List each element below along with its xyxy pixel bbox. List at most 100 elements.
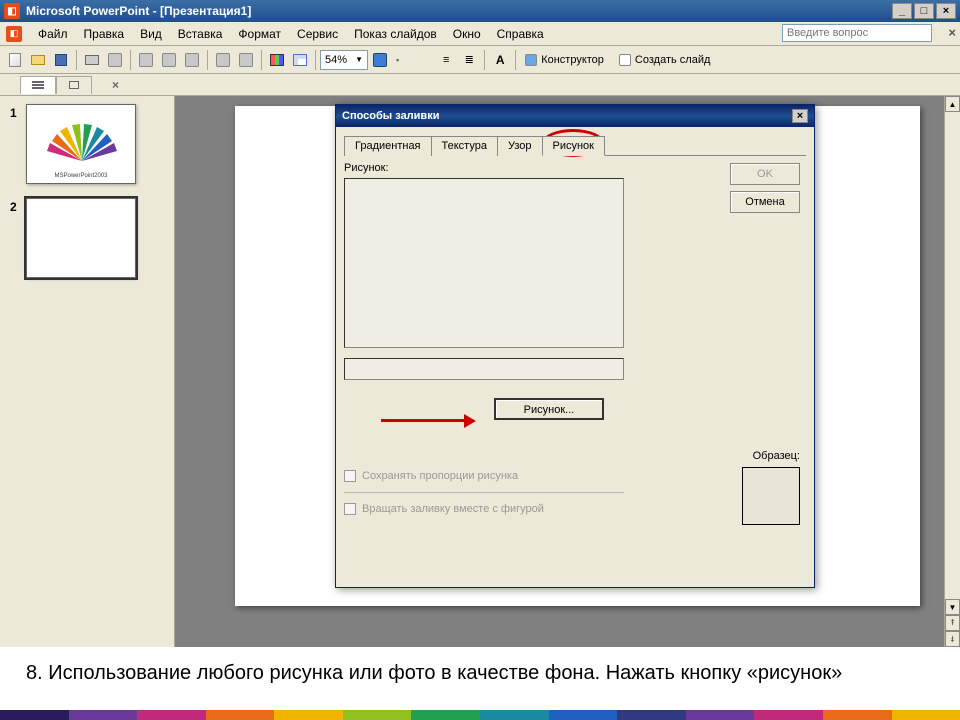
- menu-tools[interactable]: Сервис: [289, 24, 346, 44]
- print-button[interactable]: [81, 49, 103, 71]
- new-file-icon: [9, 53, 21, 67]
- cut-icon: [139, 53, 153, 67]
- tab-gradient[interactable]: Градиентная: [344, 136, 432, 156]
- toolbar-separator: [515, 50, 516, 70]
- doc-close-button[interactable]: ×: [948, 25, 956, 40]
- outline-view-tab[interactable]: [20, 76, 56, 94]
- thumbnail-item[interactable]: 2: [10, 198, 164, 278]
- prev-slide-button[interactable]: ⤉: [945, 615, 960, 631]
- undo-button[interactable]: [212, 49, 234, 71]
- dialog-separator: [344, 492, 624, 493]
- window-controls: _ □ ×: [892, 3, 956, 19]
- picture-name-field: [344, 358, 624, 380]
- arrow-annotation: [381, 414, 476, 428]
- cancel-button[interactable]: Отмена: [730, 191, 800, 213]
- cut-button[interactable]: [135, 49, 157, 71]
- new-slide-button[interactable]: Создать слайд: [614, 49, 719, 71]
- help-button[interactable]: [369, 49, 391, 71]
- window-title: Microsoft PowerPoint - [Презентация1]: [26, 4, 892, 18]
- view-tabs: ×: [0, 74, 960, 96]
- select-picture-button[interactable]: Рисунок...: [494, 398, 604, 420]
- toolbar-separator: [130, 50, 131, 70]
- slide-thumbnail-2[interactable]: [26, 198, 136, 278]
- checkbox-icon: [344, 470, 356, 482]
- pane-close-button[interactable]: ×: [112, 78, 119, 92]
- scroll-down-button[interactable]: ▼: [945, 599, 960, 615]
- copy-icon: [162, 53, 176, 67]
- slide-number: 2: [10, 198, 26, 278]
- thumbnail-item[interactable]: 1 MSPowerPoint2003: [10, 104, 164, 184]
- open-folder-icon: [31, 55, 45, 65]
- help-search-input[interactable]: [782, 24, 932, 42]
- app-menu-icon[interactable]: ◧: [6, 26, 22, 42]
- new-file-button[interactable]: [4, 49, 26, 71]
- open-file-button[interactable]: [27, 49, 49, 71]
- font-size-inc-button[interactable]: A: [489, 49, 511, 71]
- insert-table-button[interactable]: [289, 49, 311, 71]
- powerpoint-icon: ◧: [4, 3, 20, 19]
- zoom-value: 54%: [325, 54, 347, 66]
- close-button[interactable]: ×: [936, 3, 956, 19]
- tab-texture[interactable]: Текстура: [431, 136, 498, 156]
- new-slide-label: Создать слайд: [631, 54, 714, 66]
- caption-text: 8. Использование любого рисунка или фото…: [26, 662, 842, 684]
- slides-view-tab[interactable]: [56, 76, 92, 94]
- dialog-close-button[interactable]: ×: [792, 109, 808, 123]
- slide-editor: Способы заливки × Градиентная Текстура У…: [175, 96, 960, 647]
- copy-button[interactable]: [158, 49, 180, 71]
- sample-label: Образец:: [753, 450, 800, 462]
- maximize-button[interactable]: □: [914, 3, 934, 19]
- minimize-button[interactable]: _: [892, 3, 912, 19]
- sample-swatch: [742, 467, 800, 525]
- print-icon: [85, 55, 99, 65]
- standard-toolbar: 54%▼ ▪ ≡ ≣ A Конструктор Создать слайд: [0, 46, 960, 74]
- workspace: 1 MSPowerPoint2003: [0, 96, 960, 647]
- rotate-fill-checkbox[interactable]: Вращать заливку вместе с фигурой: [344, 503, 806, 515]
- paste-button[interactable]: [181, 49, 203, 71]
- menu-slideshow[interactable]: Показ слайдов: [346, 24, 445, 44]
- numbering-button[interactable]: ≣: [458, 49, 480, 71]
- bullets-button[interactable]: ≡: [435, 49, 457, 71]
- vertical-scrollbar[interactable]: ▲ ▼ ⤉ ⤈: [944, 96, 960, 647]
- slide-canvas[interactable]: Способы заливки × Градиентная Текстура У…: [235, 106, 920, 606]
- preview-icon: [108, 53, 122, 67]
- save-button[interactable]: [50, 49, 72, 71]
- dialog-title-text: Способы заливки: [342, 110, 439, 122]
- ok-button[interactable]: OK: [730, 163, 800, 185]
- slide-thumbnail-pane: 1 MSPowerPoint2003: [0, 96, 175, 647]
- zoom-dropdown[interactable]: 54%▼: [320, 50, 368, 70]
- slide-caption: 8. Использование любого рисунка или фото…: [20, 651, 940, 695]
- lock-aspect-label: Сохранять пропорции рисунка: [362, 470, 518, 482]
- new-slide-icon: [619, 54, 631, 66]
- rotate-fill-label: Вращать заливку вместе с фигурой: [362, 503, 544, 515]
- tab-picture[interactable]: Рисунок: [542, 136, 606, 156]
- print-preview-button[interactable]: [104, 49, 126, 71]
- slide-number: 1: [10, 104, 26, 184]
- slides-icon: [69, 81, 79, 89]
- scroll-up-button[interactable]: ▲: [945, 96, 960, 112]
- dialog-titlebar[interactable]: Способы заливки ×: [336, 105, 814, 127]
- tab-pattern[interactable]: Узор: [497, 136, 543, 156]
- design-icon: [525, 54, 537, 66]
- table-icon: [293, 54, 307, 66]
- toolbar-separator: [207, 50, 208, 70]
- menu-edit[interactable]: Правка: [76, 24, 133, 44]
- dialog-tabs: Градиентная Текстура Узор Рисунок: [344, 135, 806, 156]
- lock-aspect-checkbox[interactable]: Сохранять пропорции рисунка: [344, 470, 806, 482]
- design-button[interactable]: Конструктор: [520, 49, 613, 71]
- slide-thumbnail-1[interactable]: MSPowerPoint2003: [26, 104, 136, 184]
- checkbox-icon: [344, 503, 356, 515]
- menu-insert[interactable]: Вставка: [170, 24, 231, 44]
- dialog-body: Градиентная Текстура Узор Рисунок Рисуно…: [336, 127, 814, 587]
- menu-view[interactable]: Вид: [132, 24, 170, 44]
- menu-bar: ◧ Файл Правка Вид Вставка Формат Сервис …: [0, 22, 960, 46]
- menu-help[interactable]: Справка: [489, 24, 552, 44]
- next-slide-button[interactable]: ⤈: [945, 631, 960, 647]
- save-icon: [55, 54, 67, 66]
- insert-chart-button[interactable]: [266, 49, 288, 71]
- menu-file[interactable]: Файл: [30, 24, 76, 44]
- menu-window[interactable]: Окно: [445, 24, 489, 44]
- menu-format[interactable]: Формат: [230, 24, 289, 44]
- title-bar: ◧ Microsoft PowerPoint - [Презентация1] …: [0, 0, 960, 22]
- redo-button[interactable]: [235, 49, 257, 71]
